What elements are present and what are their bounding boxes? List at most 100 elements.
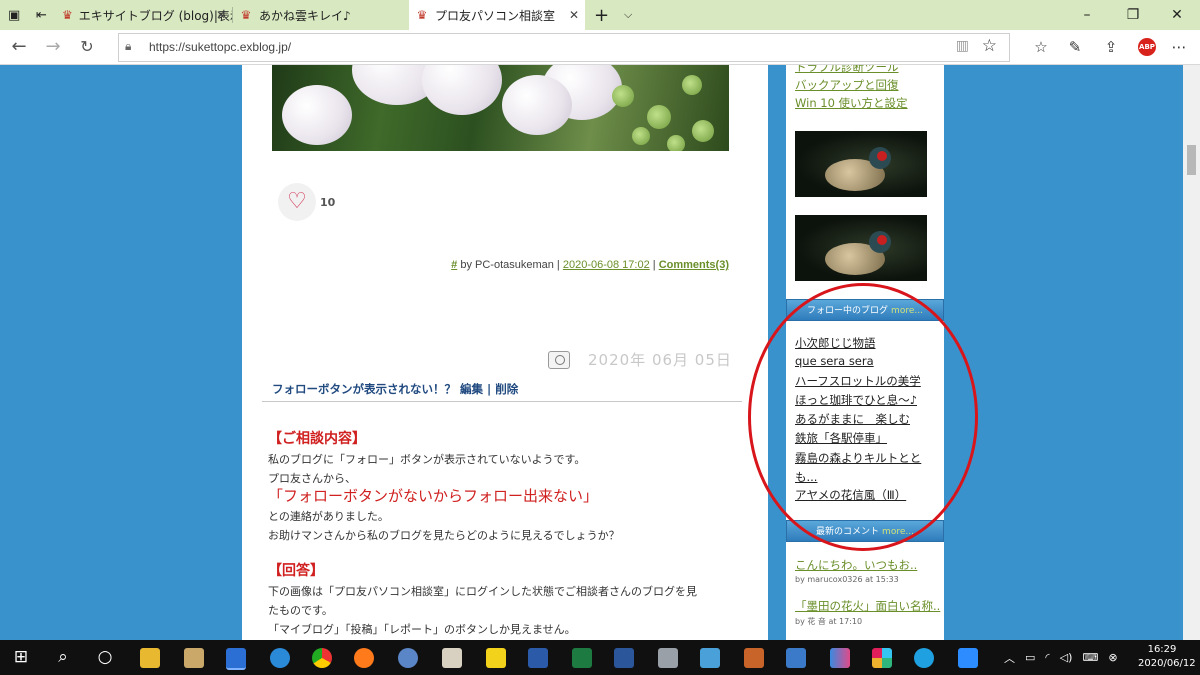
close-icon[interactable]: ✕ (569, 8, 579, 22)
tab-label: あかね雲キレイ♪ (259, 8, 351, 23)
app-icon[interactable] (744, 648, 764, 668)
paint-icon[interactable] (658, 648, 678, 668)
favorites-list-icon[interactable]: ☆ (1030, 36, 1052, 58)
excel-icon[interactable] (572, 648, 592, 668)
word-icon[interactable] (614, 648, 634, 668)
body-text: 下の画像は「プロ友パソコン相談室」にログインした状態でご相談者さんのブログを見 (268, 585, 697, 598)
quote-text: 「フォローボタンがないからフォロー出来ない」 (268, 487, 599, 505)
body-text: プロ友さんから、 (268, 472, 356, 485)
slack-icon[interactable] (872, 648, 892, 668)
sidebar-link[interactable]: トラブル診断ツール (795, 65, 899, 75)
address-toolbar: ← → ↻ 🔒︎ https://sukettopc.exblog.jp/ ▥ … (0, 30, 1200, 65)
app-icon[interactable] (398, 648, 418, 668)
skype-icon[interactable] (914, 648, 934, 668)
task-view-icon[interactable]: ○ (88, 640, 122, 675)
share-icon[interactable]: ⇪ (1100, 36, 1122, 58)
reading-view-icon[interactable]: ▥ (956, 38, 969, 54)
clock[interactable]: 16:29 2020/06/12 (1138, 643, 1196, 671)
zoom-icon[interactable] (958, 648, 978, 668)
comment-link[interactable]: こんにちわ。いつもお.. (795, 557, 917, 573)
comment-byline: by marucox0326 at 15:33 (795, 575, 899, 584)
next-post-date: 2020年 06月 05日 (548, 349, 732, 370)
blog-main-column: ♡ 10 # by PC-otasukeman | 2020-06-08 17:… (242, 65, 768, 640)
clock-date: 2020/06/12 (1138, 658, 1196, 669)
blog-favicon-icon: ♛ (62, 8, 73, 22)
like-heart-button[interactable]: ♡ (278, 183, 316, 221)
vertical-scrollbar[interactable] (1183, 65, 1200, 640)
chevron-up-icon[interactable]: ︿ (1004, 650, 1015, 666)
camera-icon (548, 350, 570, 369)
adblock-icon[interactable]: ABP (1138, 38, 1156, 56)
tab-pro-tomo[interactable]: ♛ プロ友パソコン相談室 ✕ (409, 0, 585, 30)
notification-icon[interactable]: ⊗ (1108, 651, 1117, 664)
close-icon[interactable]: ✕ (216, 8, 226, 22)
back-button[interactable]: ← (6, 34, 32, 60)
network-icon[interactable]: ◜ (1045, 651, 1049, 664)
delete-link[interactable]: 削除 (495, 382, 518, 396)
tab-excite-blog[interactable]: ♛ エキサイトブログ (blog)|表示メ ✕ (56, 0, 232, 30)
file-explorer-icon[interactable] (140, 648, 160, 668)
body-text: お助けマンさんから私のブログを見たらどのように見えるでしょうか？ (268, 529, 620, 542)
keyboard-icon[interactable]: ⌨ (1082, 651, 1098, 664)
edge-browser-icon[interactable] (226, 648, 246, 670)
pheasant-photo[interactable] (795, 215, 927, 281)
like-count: 10 (320, 196, 336, 209)
tab-label: プロ友パソコン相談室 (435, 8, 556, 23)
taskbar: ⊞ ⌕ ○ ︿ ▭ ◜ ◁) ⌨ ⊗ 16:29 2020/06/12 (0, 640, 1200, 675)
refresh-button[interactable]: ↻ (74, 34, 100, 60)
new-tab-button[interactable]: + (588, 0, 614, 30)
tab-bar: ▣ ⇤ ♛ エキサイトブログ (blog)|表示メ ✕ ♛ あかね雲キレイ♪ ♛… (0, 0, 1200, 30)
body-text: との連絡がありました。 (268, 510, 389, 523)
pheasant-photo[interactable] (795, 131, 927, 197)
comment-link[interactable]: 「墨田の花火」面白い名称.. (795, 598, 940, 614)
tab-preview-chevron-icon[interactable]: ⌵ (616, 0, 642, 30)
sidebar-link[interactable]: バックアップと回復 (795, 77, 899, 93)
body-text: 私のブログに「フォロー」ボタンが表示されていないようです。 (268, 453, 586, 466)
address-bar[interactable]: 🔒︎ https://sukettopc.exblog.jp/ ▥ ☆ (118, 33, 1010, 62)
highlight-ellipse (748, 283, 978, 551)
app-icon[interactable] (830, 648, 850, 668)
close-window-button[interactable]: ✕ (1154, 0, 1200, 30)
hydrangea-photo[interactable] (272, 65, 729, 151)
lock-icon: 🔒︎ (125, 39, 132, 53)
search-icon[interactable]: ⌕ (46, 640, 80, 675)
set-aside-tabs-icon[interactable]: ⇤ (28, 0, 56, 30)
start-windows-icon[interactable]: ⊞ (4, 640, 38, 675)
answer-heading: 【回答】 (268, 563, 324, 579)
post-date-link[interactable]: 2020-06-08 17:02 (563, 259, 650, 271)
more-menu-icon[interactable]: ⋯ (1168, 36, 1190, 58)
battery-icon[interactable]: ▭ (1025, 651, 1035, 664)
tab-akanegumo[interactable]: ♛ あかね雲キレイ♪ (233, 0, 408, 30)
post-title-text[interactable]: フォローボタンが表示されない！？ (272, 382, 456, 396)
tab-actions-icon[interactable]: ▣ (0, 0, 28, 30)
chrome-icon[interactable] (312, 648, 332, 668)
app-icon[interactable] (528, 648, 548, 668)
internet-explorer-icon[interactable] (270, 648, 290, 668)
consult-heading: 【ご相談内容】 (268, 431, 366, 447)
volume-icon[interactable]: ◁) (1060, 651, 1073, 664)
app-icon[interactable] (442, 648, 462, 668)
comment-byline: by 花 音 at 17:10 (795, 617, 863, 626)
comments-link[interactable]: Comments(3) (659, 259, 729, 271)
url-text: https://sukettopc.exblog.jp/ (149, 40, 292, 54)
post-author: by PC-otasukeman | (457, 259, 563, 271)
favorite-star-icon[interactable]: ☆ (982, 36, 997, 56)
clock-time: 16:29 (1147, 644, 1177, 655)
body-text: たものです。 (268, 604, 333, 617)
scrollbar-thumb[interactable] (1187, 145, 1196, 175)
body-text: 「マイブログ」「投稿」「レポート」のボタンしか見えません。 (268, 623, 576, 636)
app-icon[interactable] (700, 648, 720, 668)
remote-desktop-icon[interactable] (786, 648, 806, 668)
minimize-button[interactable]: – (1064, 0, 1110, 30)
blog-favicon-icon: ♛ (416, 8, 428, 22)
edit-link[interactable]: 編集 (460, 382, 483, 396)
app-icon[interactable] (184, 648, 204, 668)
divider (262, 401, 742, 402)
pen-notes-icon[interactable]: ✎ (1064, 36, 1086, 58)
forward-button[interactable]: → (40, 34, 66, 60)
tab-label: エキサイトブログ (blog)|表示メ (78, 8, 232, 23)
firefox-icon[interactable] (354, 648, 374, 668)
sticky-notes-icon[interactable] (486, 648, 506, 668)
restore-button[interactable]: ❐ (1110, 0, 1156, 30)
sidebar-link[interactable]: Win 10 使い方と設定 (795, 95, 908, 111)
